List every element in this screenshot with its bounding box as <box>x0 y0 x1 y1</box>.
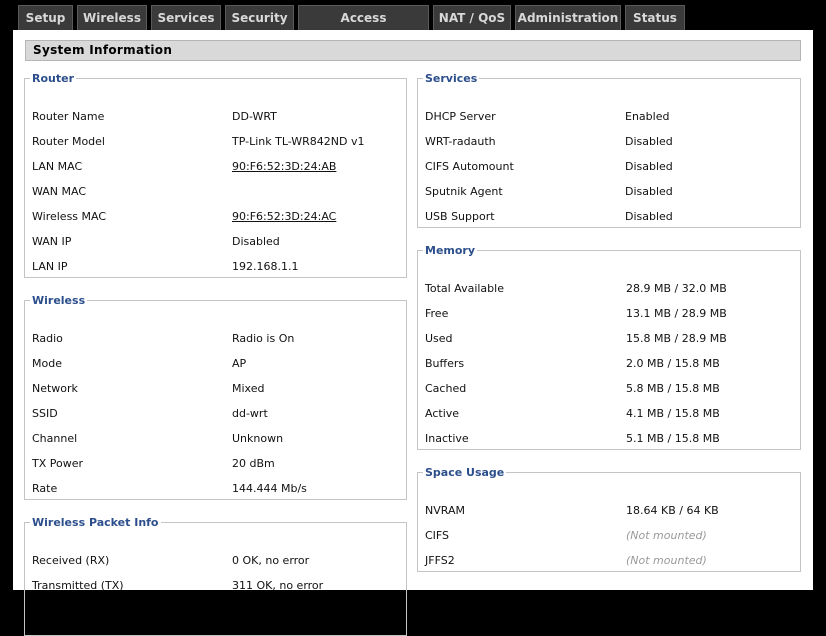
usb-support-label: USB Support <box>425 210 495 223</box>
tx-power-value: 20 dBm <box>232 457 275 470</box>
ssid-label: SSID <box>32 407 58 420</box>
rx-value: 0 OK, no error <box>232 554 310 567</box>
cifs-value: (Not mounted) <box>626 529 707 542</box>
cached-label: Cached <box>425 382 467 395</box>
nvram-label: NVRAM <box>425 504 465 517</box>
cifs-label: CIFS <box>425 529 450 542</box>
radio-label: Radio <box>32 332 63 345</box>
total-available-label: Total Available <box>425 282 504 295</box>
tab-administration[interactable]: Administration <box>515 5 621 30</box>
lan-mac-link[interactable]: 90:F6:52:3D:24:AB <box>232 160 336 174</box>
wan-mac-label: WAN MAC <box>32 185 87 198</box>
active-value: 4.1 MB / 15.8 MB <box>626 407 720 420</box>
free-label: Free <box>425 307 449 320</box>
inactive-value: 5.1 MB / 15.8 MB <box>626 432 720 445</box>
total-available-value: 28.9 MB / 32.0 MB <box>626 282 727 295</box>
space-usage-fieldset: Space Usage NVRAM 18.64 KB / 64 KB CIFS … <box>417 466 801 572</box>
tab-status[interactable]: Status <box>625 5 685 30</box>
services-fieldset: Services DHCP Server Enabled WRT-radauth… <box>417 72 801 228</box>
wireless-legend: Wireless <box>32 294 86 307</box>
dhcp-server-label: DHCP Server <box>425 110 496 123</box>
mode-value: AP <box>232 357 247 370</box>
buffers-label: Buffers <box>425 357 465 370</box>
rx-label: Received (RX) <box>32 554 110 567</box>
channel-value: Unknown <box>232 432 284 445</box>
memory-fieldset: Memory Total Available 28.9 MB / 32.0 MB… <box>417 244 801 450</box>
lan-ip-value: 192.168.1.1 <box>232 260 299 273</box>
channel-label: Channel <box>32 432 78 445</box>
jffs2-value: (Not mounted) <box>626 554 707 567</box>
tab-security[interactable]: Security <box>225 5 294 30</box>
buffers-value: 2.0 MB / 15.8 MB <box>626 357 720 370</box>
router-name-label: Router Name <box>32 110 105 123</box>
router-fieldset: Router Router Name DD-WRT Router Model T… <box>24 72 407 278</box>
tab-setup[interactable]: Setup <box>18 5 73 30</box>
rate-value: 144.444 Mb/s <box>232 482 307 495</box>
rate-label: Rate <box>32 482 58 495</box>
used-value: 15.8 MB / 28.9 MB <box>626 332 727 345</box>
lan-mac-label: LAN MAC <box>32 160 83 173</box>
tab-access-restrictions[interactable]: Access Restrictions <box>298 5 429 50</box>
content-panel: System Information Router Router Name DD… <box>13 30 813 636</box>
dhcp-server-value: Enabled <box>625 110 670 123</box>
network-value: Mixed <box>232 382 265 395</box>
router-name-value: DD-WRT <box>232 110 277 123</box>
wireless-fieldset: Wireless Radio Radio is On Mode AP Netwo… <box>24 294 407 500</box>
services-legend: Services <box>425 72 478 85</box>
cifs-automount-label: CIFS Automount <box>425 160 514 173</box>
used-label: Used <box>425 332 453 345</box>
usb-support-value: Disabled <box>625 210 673 223</box>
jffs2-label: JFFS2 <box>425 554 455 567</box>
mode-label: Mode <box>32 357 62 370</box>
network-label: Network <box>32 382 78 395</box>
tab-wireless[interactable]: Wireless <box>77 5 147 30</box>
tab-services[interactable]: Services <box>151 5 221 30</box>
wrt-radauth-value: Disabled <box>625 135 673 148</box>
tx-label: Transmitted (TX) <box>32 579 124 592</box>
inactive-label: Inactive <box>425 432 469 445</box>
space-usage-legend: Space Usage <box>425 466 505 479</box>
sputnik-agent-value: Disabled <box>625 185 673 198</box>
packet-info-fieldset: Wireless Packet Info Received (RX) 0 OK,… <box>24 516 407 636</box>
tx-power-label: TX Power <box>32 457 84 470</box>
free-value: 13.1 MB / 28.9 MB <box>626 307 727 320</box>
wan-ip-label: WAN IP <box>32 235 72 248</box>
router-legend: Router <box>32 72 75 85</box>
page-title: System Information <box>25 40 801 61</box>
tab-nat-qos[interactable]: NAT / QoS <box>433 5 511 30</box>
wireless-mac-label: Wireless MAC <box>32 210 107 223</box>
tx-value: 311 OK, no error <box>232 579 324 592</box>
ssid-value: dd-wrt <box>232 407 268 420</box>
memory-legend: Memory <box>425 244 476 257</box>
cifs-automount-value: Disabled <box>625 160 673 173</box>
wan-ip-value: Disabled <box>232 235 280 248</box>
cached-value: 5.8 MB / 15.8 MB <box>626 382 720 395</box>
packet-info-legend: Wireless Packet Info <box>32 516 159 529</box>
radio-value: Radio is On <box>232 332 295 345</box>
sputnik-agent-label: Sputnik Agent <box>425 185 503 198</box>
router-model-value: TP-Link TL-WR842ND v1 <box>232 135 365 148</box>
router-model-label: Router Model <box>32 135 105 148</box>
lan-ip-label: LAN IP <box>32 260 68 273</box>
nvram-value: 18.64 KB / 64 KB <box>626 504 719 517</box>
wireless-mac-link[interactable]: 90:F6:52:3D:24:AC <box>232 210 336 224</box>
wrt-radauth-label: WRT-radauth <box>425 135 496 148</box>
active-label: Active <box>425 407 460 420</box>
